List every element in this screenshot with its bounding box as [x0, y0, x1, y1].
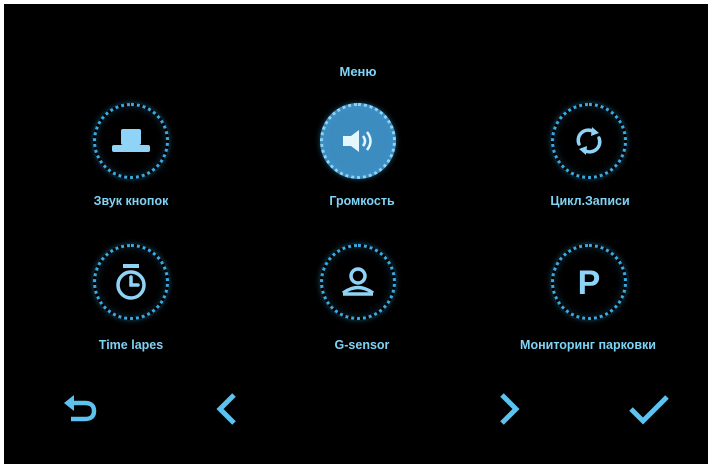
menu-item-button-sound[interactable] [93, 103, 169, 179]
menu-item-volume[interactable] [320, 103, 396, 179]
menu-item-time-lapse[interactable] [93, 244, 169, 320]
checkmark-icon [627, 392, 671, 426]
chevron-right-icon [496, 391, 522, 427]
speaker-volume-icon [339, 127, 377, 155]
confirm-button[interactable] [624, 389, 674, 429]
menu-item-label: Time lapes [98, 338, 164, 352]
menu-item-label: Мониторинг парковки [520, 338, 656, 352]
menu-item-loop-recording[interactable] [551, 103, 627, 179]
menu-item-label: Громкость [329, 194, 395, 208]
parking-icon: P [574, 264, 604, 300]
previous-button[interactable] [202, 389, 252, 429]
svg-text:P: P [578, 264, 601, 300]
loop-icon [572, 124, 606, 158]
menu-item-label: Звук кнопок [93, 194, 169, 208]
menu-title: Меню [339, 64, 377, 79]
menu-item-label: G-sensor [334, 338, 390, 352]
person-icon [338, 265, 378, 299]
back-arrow-icon [61, 393, 101, 425]
back-button[interactable] [56, 389, 106, 429]
button-icon [110, 127, 152, 155]
menu-item-label: Цикл.Записи [550, 194, 630, 208]
menu-item-g-sensor[interactable] [320, 244, 396, 320]
chevron-left-icon [214, 391, 240, 427]
menu-item-parking-monitor[interactable]: P [551, 244, 627, 320]
next-button[interactable] [484, 389, 534, 429]
timer-icon [113, 263, 149, 301]
